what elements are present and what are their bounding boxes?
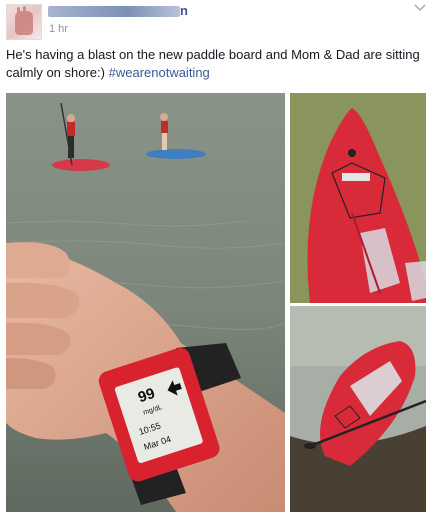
author-avatar[interactable] [6, 4, 42, 40]
author-name-redacted[interactable] [48, 6, 180, 17]
post-timestamp[interactable]: 1 hr [49, 23, 68, 35]
post-body: He's having a blast on the new paddle bo… [6, 47, 420, 80]
red-paddle-board-on-grass-photo[interactable] [290, 93, 426, 303]
author-name-tail[interactable]: n [180, 3, 188, 18]
hashtag-link[interactable]: #wearenotwaiting [109, 65, 210, 80]
chevron-down-icon[interactable] [413, 2, 427, 14]
avatar-hand-image [15, 6, 33, 35]
red-paddle-board-on-shore-photo[interactable] [290, 306, 426, 512]
paddle-board-lake-watch-photo[interactable]: 99 mg/dL 10:55 Mar 04 [6, 93, 285, 512]
facebook-post: n 1 hr He's having a blast on the new pa… [0, 0, 435, 517]
post-text: He's having a blast on the new paddle bo… [6, 46, 431, 82]
